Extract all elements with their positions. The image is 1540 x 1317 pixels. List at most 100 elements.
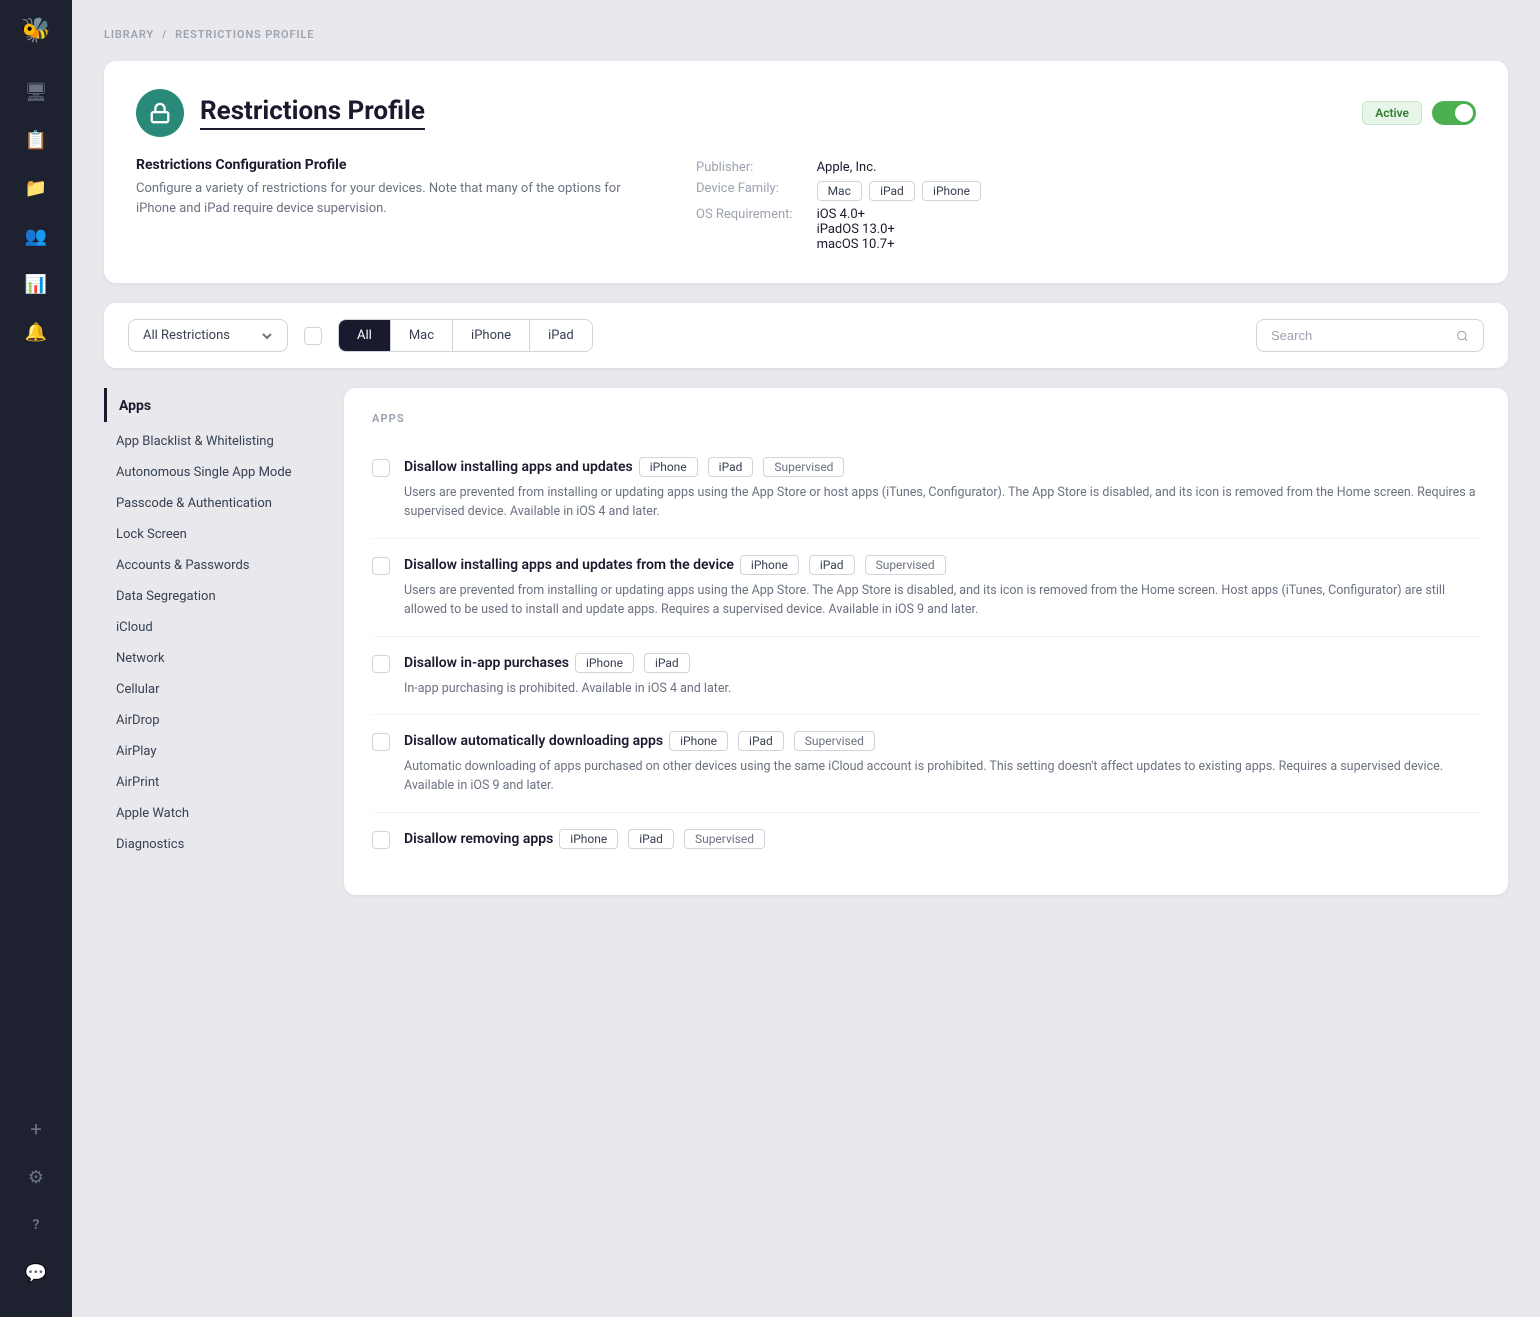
profile-description: Restrictions Configuration Profile Confi… bbox=[136, 157, 636, 255]
tab-mac[interactable]: Mac bbox=[391, 320, 453, 351]
restriction-body-4: Disallow automatically downloading apps … bbox=[404, 731, 1480, 796]
restriction-body-2: Disallow installing apps and updates fro… bbox=[404, 555, 1480, 620]
restriction-item: Disallow installing apps and updates fro… bbox=[372, 539, 1480, 637]
left-nav-item-passcode[interactable]: Passcode & Authentication bbox=[104, 488, 324, 519]
profile-card: Restrictions Profile Active Restrictions… bbox=[104, 61, 1508, 283]
tag-ipad-2: iPad bbox=[809, 555, 855, 575]
filter-dropdown-label: All Restrictions bbox=[143, 328, 230, 343]
page-title: Restrictions Profile bbox=[200, 96, 425, 130]
left-nav-item-single-app[interactable]: Autonomous Single App Mode bbox=[104, 457, 324, 488]
sidebar-bottom: + ⚙ ? 💬 bbox=[16, 1109, 56, 1301]
left-nav-item-data-seg[interactable]: Data Segregation bbox=[104, 581, 324, 612]
tag-ipad-5: iPad bbox=[628, 829, 674, 849]
left-nav-item-airplay[interactable]: AirPlay bbox=[104, 736, 324, 767]
restriction-checkbox-1[interactable] bbox=[372, 459, 390, 477]
restriction-desc-1: Users are prevented from installing or u… bbox=[404, 483, 1480, 522]
tag-supervised-5: Supervised bbox=[684, 829, 765, 849]
tag-iphone-3: iPhone bbox=[575, 653, 634, 673]
restriction-desc-2: Users are prevented from installing or u… bbox=[404, 581, 1480, 620]
section-title: APPS bbox=[372, 412, 1480, 425]
restriction-desc-4: Automatic downloading of apps purchased … bbox=[404, 757, 1480, 796]
sidebar: 🐝 🖥 📋 📁 👥 📊 🔔 + ⚙ ? 💬 bbox=[0, 0, 72, 1317]
tag-supervised-1: Supervised bbox=[763, 457, 844, 477]
tag-ipad-1: iPad bbox=[708, 457, 754, 477]
status-badge: Active bbox=[1362, 101, 1422, 125]
tag-mac: Mac bbox=[817, 181, 862, 201]
filter-dropdown[interactable]: All Restrictions bbox=[128, 319, 288, 352]
tag-iphone-4: iPhone bbox=[669, 731, 728, 751]
os-macos: macOS 10.7+ bbox=[817, 237, 985, 252]
sidebar-item-folder[interactable]: 📁 bbox=[16, 168, 56, 208]
main-content: LIBRARY / RESTRICTIONS PROFILE Restricti… bbox=[72, 0, 1540, 1317]
left-nav-item-airprint[interactable]: AirPrint bbox=[104, 767, 324, 798]
os-ipados: iPadOS 13.0+ bbox=[817, 222, 985, 237]
description-text: Configure a variety of restrictions for … bbox=[136, 179, 636, 218]
left-nav-item-icloud[interactable]: iCloud bbox=[104, 612, 324, 643]
left-nav-item-diagnostics[interactable]: Diagnostics bbox=[104, 829, 324, 860]
sidebar-item-settings[interactable]: ⚙ bbox=[16, 1157, 56, 1197]
restriction-name-5: Disallow removing apps bbox=[404, 831, 553, 847]
sidebar-item-chat[interactable]: 💬 bbox=[16, 1253, 56, 1293]
restriction-checkbox-4[interactable] bbox=[372, 733, 390, 751]
tag-supervised-2: Supervised bbox=[865, 555, 946, 575]
tag-iphone-2: iPhone bbox=[740, 555, 799, 575]
breadcrumb-separator: / bbox=[162, 28, 167, 41]
tag-ipad-4: iPad bbox=[738, 731, 784, 751]
breadcrumb-current: RESTRICTIONS PROFILE bbox=[175, 28, 314, 41]
sidebar-item-add[interactable]: + bbox=[16, 1109, 56, 1149]
left-nav-item-cellular[interactable]: Cellular bbox=[104, 674, 324, 705]
tab-iphone[interactable]: iPhone bbox=[453, 320, 530, 351]
publisher-value: Apple, Inc. bbox=[817, 157, 985, 178]
left-nav-item-lock-screen[interactable]: Lock Screen bbox=[104, 519, 324, 550]
restriction-item: Disallow installing apps and updates iPh… bbox=[372, 441, 1480, 539]
restriction-title-row-2: Disallow installing apps and updates fro… bbox=[404, 555, 1480, 575]
breadcrumb: LIBRARY / RESTRICTIONS PROFILE bbox=[104, 28, 1508, 41]
restriction-body-5: Disallow removing apps iPhone iPad Super… bbox=[404, 829, 1480, 855]
filter-checkbox[interactable] bbox=[304, 327, 322, 345]
active-toggle-switch[interactable] bbox=[1432, 101, 1476, 125]
sidebar-item-bell[interactable]: 🔔 bbox=[16, 312, 56, 352]
tag-iphone-1: iPhone bbox=[639, 457, 698, 477]
sidebar-item-monitor[interactable]: 🖥 bbox=[16, 72, 56, 112]
restriction-item: Disallow removing apps iPhone iPad Super… bbox=[372, 813, 1480, 871]
active-toggle: Active bbox=[1362, 101, 1476, 125]
left-nav-section-apps: Apps bbox=[104, 388, 324, 422]
restriction-checkbox-5[interactable] bbox=[372, 831, 390, 849]
restriction-checkbox-3[interactable] bbox=[372, 655, 390, 673]
sidebar-item-analytics[interactable]: 📊 bbox=[16, 264, 56, 304]
device-family-label: Device Family: bbox=[696, 178, 817, 204]
tag-supervised-4: Supervised bbox=[794, 731, 875, 751]
left-nav-item-apple-watch[interactable]: Apple Watch bbox=[104, 798, 324, 829]
tag-iphone-5: iPhone bbox=[559, 829, 618, 849]
left-nav-item-accounts[interactable]: Accounts & Passwords bbox=[104, 550, 324, 581]
breadcrumb-library[interactable]: LIBRARY bbox=[104, 28, 154, 41]
sidebar-item-reports[interactable]: 📋 bbox=[16, 120, 56, 160]
os-ios: iOS 4.0+ bbox=[817, 207, 985, 222]
tag-ipad-3: iPad bbox=[644, 653, 690, 673]
device-family-tags: Mac iPad iPhone bbox=[817, 178, 985, 204]
publisher-label: Publisher: bbox=[696, 157, 817, 178]
os-req-values: iOS 4.0+ iPadOS 13.0+ macOS 10.7+ bbox=[817, 204, 985, 255]
description-title: Restrictions Configuration Profile bbox=[136, 157, 636, 173]
profile-title-row: Restrictions Profile bbox=[136, 89, 425, 137]
left-nav-item-network[interactable]: Network bbox=[104, 643, 324, 674]
tab-ipad[interactable]: iPad bbox=[530, 320, 592, 351]
content-layout: Apps App Blacklist & Whitelisting Autono… bbox=[104, 388, 1508, 895]
sidebar-item-users[interactable]: 👥 bbox=[16, 216, 56, 256]
restriction-name-2: Disallow installing apps and updates fro… bbox=[404, 557, 734, 573]
search-input[interactable] bbox=[1271, 328, 1448, 343]
sidebar-nav: 🖥 📋 📁 👥 📊 🔔 bbox=[16, 72, 56, 1109]
restriction-body-1: Disallow installing apps and updates iPh… bbox=[404, 457, 1480, 522]
left-nav: Apps App Blacklist & Whitelisting Autono… bbox=[104, 388, 324, 895]
search-icon bbox=[1456, 329, 1469, 343]
restriction-checkbox-2[interactable] bbox=[372, 557, 390, 575]
left-nav-item-airdrop[interactable]: AirDrop bbox=[104, 705, 324, 736]
left-nav-item-blacklist[interactable]: App Blacklist & Whitelisting bbox=[104, 426, 324, 457]
sidebar-item-help[interactable]: ? bbox=[16, 1205, 56, 1245]
os-req-label: OS Requirement: bbox=[696, 204, 817, 255]
profile-meta: Restrictions Configuration Profile Confi… bbox=[136, 157, 1476, 255]
restriction-desc-3: In-app purchasing is prohibited. Availab… bbox=[404, 679, 1480, 698]
restriction-item: Disallow automatically downloading apps … bbox=[372, 715, 1480, 813]
filter-bar: All Restrictions All Mac iPhone iPad bbox=[104, 303, 1508, 368]
tab-all[interactable]: All bbox=[339, 320, 391, 351]
